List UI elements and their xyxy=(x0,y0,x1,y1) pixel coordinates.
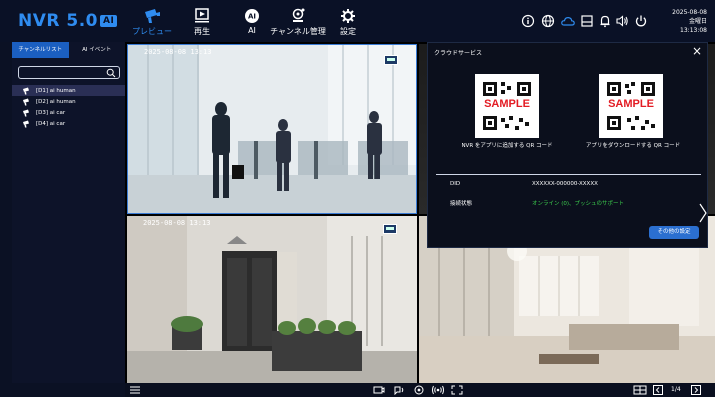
bell-icon[interactable] xyxy=(598,14,612,28)
camera-status-icon xyxy=(384,55,398,65)
channel-list: [D1] ai human [D2] ai human [D3] ai car … xyxy=(12,85,125,129)
globe-icon[interactable] xyxy=(541,14,555,28)
list-toggle-icon[interactable] xyxy=(129,385,141,395)
close-icon[interactable]: × xyxy=(692,44,702,58)
did-label: DID xyxy=(450,181,461,187)
fullscreen-icon[interactable] xyxy=(451,385,463,395)
svg-text:AI: AI xyxy=(248,13,256,21)
clock-date: 2025-08-08 xyxy=(672,9,707,16)
cloud-panel-title: クラウドサービス xyxy=(434,50,483,57)
camera-timestamp: 2025-08-08 13:13 xyxy=(144,48,212,56)
chevron-right-icon[interactable] xyxy=(698,202,708,224)
panel-tabs: チャンネルリスト AI イベント xyxy=(12,42,125,58)
clock: 2025-08-08 金曜日 13:13:08 xyxy=(672,8,707,35)
nav-label: 再生 xyxy=(194,27,210,36)
grid-layout-icon[interactable] xyxy=(633,385,647,395)
cloud-service-panel: クラウドサービス × SAMPLE SAMPLE NVR をアプリに追加する Q… xyxy=(427,42,708,248)
divider xyxy=(436,174,701,175)
channel-item-d4[interactable]: [D4] ai car xyxy=(12,118,125,129)
office-lobby-scene xyxy=(128,45,416,213)
qr1-caption: NVR をアプリに追加する QR コード xyxy=(461,143,553,149)
snapshot-icon[interactable] xyxy=(413,385,425,395)
entrance-scene xyxy=(127,216,417,383)
more-settings-button[interactable]: その他の設定 xyxy=(649,226,699,239)
next-page-icon[interactable] xyxy=(691,385,701,395)
camera-status-icon xyxy=(383,224,397,234)
channel-label: [D4] ai car xyxy=(36,120,66,127)
nvr-app: NVR 5.0 AI プレビュー 再生 AI AI チャンネル管理 設定 202… xyxy=(0,0,715,397)
nav-settings[interactable]: 設定 xyxy=(318,8,378,37)
clock-time: 13:13:08 xyxy=(680,27,707,34)
did-value: XXXXXX-000000-XXXXX xyxy=(532,181,598,187)
nav-label: AI xyxy=(248,26,256,35)
cloud-icon[interactable] xyxy=(561,14,575,28)
bottom-toolbar: 1/4 xyxy=(125,383,715,397)
preview-icon xyxy=(145,9,160,23)
camera-manage-icon xyxy=(292,8,305,22)
app-name: NVR 5.0 xyxy=(18,11,99,31)
channel-label: [D2] ai human xyxy=(36,98,76,105)
record-icon[interactable] xyxy=(373,385,385,395)
ai-icon: AI xyxy=(245,9,259,23)
nvr-add-qr-code: SAMPLE xyxy=(475,74,539,138)
camera-view-2[interactable]: 2025-08-08 13:13 xyxy=(127,216,417,383)
app-download-qr-code: SAMPLE xyxy=(599,74,663,138)
channel-label: [D1] ai human xyxy=(36,87,76,94)
speaker-icon[interactable] xyxy=(615,14,629,28)
broadcast-icon[interactable] xyxy=(431,385,445,395)
app-logo: NVR 5.0 AI xyxy=(18,11,118,31)
prev-page-icon[interactable] xyxy=(653,385,663,395)
nav-label: 設定 xyxy=(340,27,356,36)
channel-item-d1[interactable]: [D1] ai human xyxy=(12,85,125,96)
power-icon[interactable] xyxy=(634,14,648,28)
talk-icon[interactable] xyxy=(393,385,405,395)
qr-sample-label: SAMPLE xyxy=(484,98,530,110)
qr2-caption: アプリをダウンロードする QR コード xyxy=(585,143,681,149)
status-value: オンライン (0)、プッシュのサポート xyxy=(532,201,625,207)
camera-view-1[interactable]: 2025-08-08 13:13 xyxy=(127,44,417,214)
status-label: 接続状態 xyxy=(450,201,473,207)
top-bar: NVR 5.0 AI プレビュー 再生 AI AI チャンネル管理 設定 202… xyxy=(0,0,715,42)
channel-item-d3[interactable]: [D3] ai car xyxy=(12,107,125,118)
page-indicator: 1/4 xyxy=(671,386,681,393)
qr-sample-label: SAMPLE xyxy=(608,98,654,110)
nav-label: プレビュー xyxy=(132,27,172,36)
info-icon[interactable] xyxy=(521,14,535,28)
camera-icon xyxy=(23,98,29,105)
ai-badge: AI xyxy=(100,15,118,27)
channel-label: [D3] ai car xyxy=(36,109,66,116)
camera-icon xyxy=(23,120,29,127)
channel-search-input[interactable] xyxy=(18,66,120,79)
camera-timestamp: 2025-08-08 13:13 xyxy=(143,219,211,227)
tab-channel-list[interactable]: チャンネルリスト xyxy=(12,42,69,58)
camera-icon xyxy=(23,87,29,94)
channel-item-d2[interactable]: [D2] ai human xyxy=(12,96,125,107)
camera-icon xyxy=(23,109,29,116)
clock-weekday: 金曜日 xyxy=(688,18,707,25)
playback-icon xyxy=(195,8,209,23)
search-icon[interactable] xyxy=(106,68,116,78)
channel-panel: チャンネルリスト AI イベント [D1] ai human [D2] ai h… xyxy=(12,42,125,383)
settings-gear-icon xyxy=(341,9,355,23)
tab-ai-events[interactable]: AI イベント xyxy=(69,42,126,58)
backup-drive-icon[interactable] xyxy=(580,14,594,28)
